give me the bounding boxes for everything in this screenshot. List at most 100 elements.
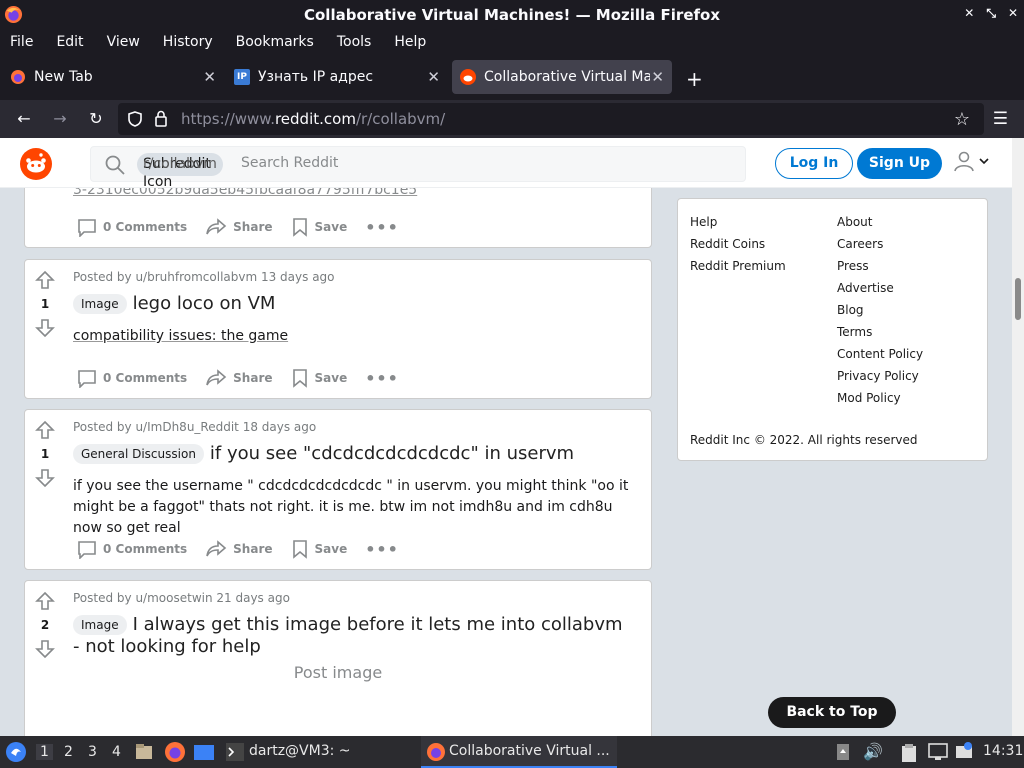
more-options-icon[interactable]: ••• bbox=[365, 218, 399, 237]
post-meta[interactable]: Posted by u/ImDh8u_Reddit 18 days ago bbox=[73, 420, 316, 434]
post-card[interactable]: 1 Posted by u/ImDh8u_Reddit 18 days ago … bbox=[24, 409, 652, 570]
menu-bookmarks[interactable]: Bookmarks bbox=[236, 34, 314, 50]
link-about[interactable]: About bbox=[837, 215, 923, 237]
terminal-icon[interactable] bbox=[226, 743, 244, 761]
post-body[interactable]: if you see the username " cdcdcdcdcdcdcd… bbox=[73, 476, 643, 539]
close-tab-icon[interactable]: ✕ bbox=[651, 68, 664, 86]
reddit-search-box[interactable]: r/collabvm Subreddit Icon Search Reddit bbox=[90, 146, 746, 190]
terminal-task-label[interactable]: dartz@VM3: ~ bbox=[249, 743, 351, 759]
tracking-shield-icon[interactable] bbox=[128, 111, 142, 127]
post-title[interactable]: I always get this image before it lets m… bbox=[73, 614, 623, 657]
post-flair[interactable]: Image bbox=[73, 615, 127, 635]
comments-button[interactable]: 0 Comments bbox=[77, 368, 187, 388]
menu-help[interactable]: Help bbox=[394, 34, 426, 50]
link-careers[interactable]: Careers bbox=[837, 237, 923, 259]
tab-ip-address[interactable]: IP Узнать IP адрес ✕ bbox=[226, 60, 448, 94]
link-help[interactable]: Help bbox=[690, 215, 786, 237]
upvote-arrow-icon[interactable] bbox=[35, 591, 55, 611]
bookmark-star-icon[interactable]: ☆ bbox=[954, 109, 970, 130]
notification-icon[interactable] bbox=[955, 742, 973, 760]
post-flair[interactable]: Image bbox=[73, 294, 127, 314]
network-icon[interactable] bbox=[928, 743, 948, 761]
reload-icon[interactable]: ↻ bbox=[86, 109, 106, 129]
more-options-icon[interactable]: ••• bbox=[365, 540, 399, 559]
link-content-policy[interactable]: Content Policy bbox=[837, 347, 923, 369]
menu-file[interactable]: File bbox=[10, 34, 33, 50]
post-meta[interactable]: Posted by u/moosetwin 21 days ago bbox=[73, 591, 290, 605]
window-switcher-icon[interactable] bbox=[193, 742, 215, 762]
link-reddit-coins[interactable]: Reddit Coins bbox=[690, 237, 786, 259]
save-button[interactable]: Save bbox=[291, 368, 347, 388]
post-title-row[interactable]: Image lego loco on VM bbox=[73, 293, 633, 315]
post-title[interactable]: if you see "cdcdcdcdcdcdcdc" in uservm bbox=[210, 443, 574, 464]
share-button[interactable]: Share bbox=[205, 217, 273, 237]
comments-button[interactable]: 0 Comments bbox=[77, 217, 187, 237]
minimize-icon[interactable]: ✕ bbox=[964, 6, 974, 21]
menu-tools[interactable]: Tools bbox=[337, 34, 372, 50]
menu-edit[interactable]: Edit bbox=[56, 34, 83, 50]
post-flair[interactable]: General Discussion bbox=[73, 444, 204, 464]
link-blog[interactable]: Blog bbox=[837, 303, 923, 325]
post-title-row[interactable]: Image I always get this image before it l… bbox=[73, 614, 633, 658]
volume-icon[interactable]: 🔊 bbox=[863, 742, 883, 761]
menu-view[interactable]: View bbox=[107, 34, 140, 50]
post-meta[interactable]: Posted by u/bruhfromcollabvm 13 days ago bbox=[73, 270, 335, 284]
save-button[interactable]: Save bbox=[291, 217, 347, 237]
scrollbar-thumb[interactable] bbox=[1015, 278, 1021, 320]
close-tab-icon[interactable]: ✕ bbox=[203, 68, 216, 86]
mount-icon[interactable] bbox=[836, 743, 850, 761]
page-scrollbar[interactable] bbox=[1012, 138, 1024, 736]
downvote-arrow-icon[interactable] bbox=[35, 639, 55, 659]
link-press[interactable]: Press bbox=[837, 259, 923, 281]
lock-icon[interactable] bbox=[154, 110, 168, 127]
user-menu-icon[interactable] bbox=[953, 151, 993, 173]
link-reddit-premium[interactable]: Reddit Premium bbox=[690, 259, 786, 281]
workspace-3[interactable]: 3 bbox=[88, 744, 97, 760]
back-to-top-button[interactable]: Back to Top bbox=[768, 697, 896, 728]
post-card[interactable]: 2 Posted by u/moosetwin 21 days ago Imag… bbox=[24, 580, 652, 736]
link-advertise[interactable]: Advertise bbox=[837, 281, 923, 303]
hamburger-menu-icon[interactable]: ☰ bbox=[993, 109, 1008, 129]
workspace-1[interactable]: 1 bbox=[36, 744, 53, 760]
login-button[interactable]: Log In bbox=[775, 148, 853, 179]
link-mod-policy[interactable]: Mod Policy bbox=[837, 391, 923, 413]
link-privacy-policy[interactable]: Privacy Policy bbox=[837, 369, 923, 391]
start-menu-icon[interactable] bbox=[5, 741, 27, 763]
new-tab-plus-icon[interactable]: + bbox=[686, 67, 703, 91]
tab-new-tab[interactable]: New Tab ✕ bbox=[2, 60, 224, 94]
clipboard-icon[interactable] bbox=[900, 743, 918, 763]
url-text[interactable]: https://www.reddit.com/r/collabvm/ bbox=[181, 110, 445, 128]
more-options-icon[interactable]: ••• bbox=[365, 369, 399, 388]
url-bar[interactable]: https://www.reddit.com/r/collabvm/ ☆ bbox=[118, 103, 984, 135]
clock[interactable]: 14:31 bbox=[983, 743, 1023, 759]
close-tab-icon[interactable]: ✕ bbox=[427, 68, 440, 86]
forward-arrow-icon[interactable]: → bbox=[50, 109, 70, 129]
restore-icon[interactable]: ⤡ bbox=[986, 6, 996, 21]
file-manager-icon[interactable] bbox=[134, 742, 154, 762]
menu-history[interactable]: History bbox=[163, 34, 213, 50]
post-card[interactable]: 1 Posted by u/bruhfromcollabvm 13 days a… bbox=[24, 259, 652, 399]
save-button[interactable]: Save bbox=[291, 539, 347, 559]
signup-button[interactable]: Sign Up bbox=[857, 148, 942, 179]
link-terms[interactable]: Terms bbox=[837, 325, 923, 347]
workspace-2[interactable]: 2 bbox=[64, 744, 73, 760]
comments-button[interactable]: 0 Comments bbox=[77, 539, 187, 559]
subreddit-search-pill[interactable]: r/collabvm Subreddit Icon bbox=[137, 153, 223, 190]
reddit-logo-icon[interactable] bbox=[20, 148, 52, 180]
post-image-placeholder[interactable]: Post image bbox=[25, 663, 651, 682]
downvote-arrow-icon[interactable] bbox=[35, 468, 55, 488]
firefox-task-button[interactable]: Collaborative Virtual ... bbox=[421, 736, 617, 768]
back-arrow-icon[interactable]: ← bbox=[14, 109, 34, 129]
upvote-arrow-icon[interactable] bbox=[35, 420, 55, 440]
firefox-launcher-icon[interactable] bbox=[164, 741, 186, 763]
post-link[interactable]: compatibility issues: the game bbox=[73, 328, 288, 344]
close-window-icon[interactable]: ✕ bbox=[1008, 6, 1018, 21]
tab-collabvm[interactable]: Collaborative Virtual Mac ✕ bbox=[452, 60, 672, 94]
share-button[interactable]: Share bbox=[205, 539, 273, 559]
post-title-row[interactable]: General Discussion if you see "cdcdcdcdcd… bbox=[73, 443, 633, 465]
downvote-arrow-icon[interactable] bbox=[35, 318, 55, 338]
share-button[interactable]: Share bbox=[205, 368, 273, 388]
workspace-4[interactable]: 4 bbox=[112, 744, 121, 760]
post-title[interactable]: lego loco on VM bbox=[133, 293, 276, 314]
upvote-arrow-icon[interactable] bbox=[35, 270, 55, 290]
